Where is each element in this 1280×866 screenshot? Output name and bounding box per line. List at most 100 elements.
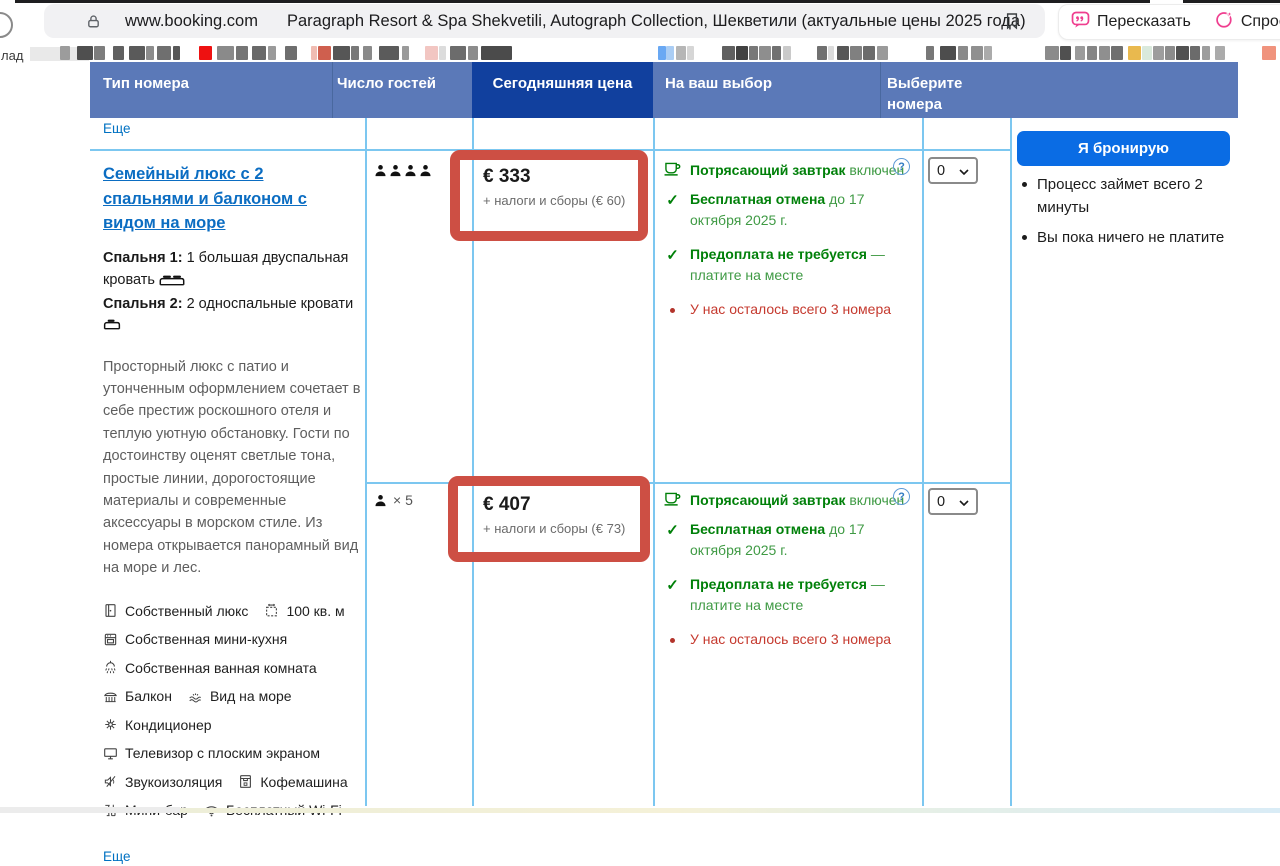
more-link-top[interactable]: Еще <box>103 121 130 136</box>
free-cancel-feature: ✓ Бесплатная отмена до 17 октября 2025 г… <box>663 189 909 232</box>
redacted-block <box>60 46 70 60</box>
rooms-select[interactable]: 0 <box>928 488 978 515</box>
redacted-block <box>252 46 266 60</box>
header-price: Сегодняшняя цена <box>472 73 653 94</box>
choice-cell: Потрясающий завтрак включен ✓ Бесплатная… <box>663 160 909 332</box>
amenity-label: 100 кв. м <box>286 603 344 619</box>
url-bar[interactable]: www.booking.com Paragraph Resort & Spa S… <box>44 4 1045 38</box>
more-link-bottom[interactable]: Еще <box>103 849 130 864</box>
ask-button[interactable]: Спросить <box>1203 10 1280 34</box>
rooms-select[interactable]: 0 <box>928 157 978 184</box>
bookmark-icon[interactable] <box>1005 12 1019 35</box>
redacted-block <box>749 46 758 60</box>
redacted-block <box>863 46 875 60</box>
guests-multiplier: × 5 <box>393 492 413 508</box>
redacted-block <box>722 46 735 60</box>
redacted-block <box>236 46 248 60</box>
bullet-item: Процесс займет всего 2 минуты <box>1037 174 1237 219</box>
amenity-label: Собственный люкс <box>125 603 248 619</box>
lock-icon <box>86 14 101 29</box>
coffee-cup-icon <box>663 490 682 512</box>
guest-icons <box>374 164 438 177</box>
redacted-block <box>1190 46 1200 60</box>
header-choices: На ваш выбор <box>665 73 772 94</box>
redacted-block <box>940 46 956 60</box>
amenity-label: Вид на море <box>210 688 292 704</box>
tab-strip-edge <box>15 0 1150 3</box>
no-prepay-feature: ✓ Предоплата не требуется — платите на м… <box>663 244 909 287</box>
chevron-down-icon <box>959 494 969 510</box>
suite-icon <box>103 603 118 618</box>
free-cancel-feature: ✓ Бесплатная отмена до 17 октября 2025 г… <box>663 519 909 562</box>
help-icon[interactable]: ? <box>893 488 910 505</box>
guest-icons: × 5 <box>374 492 413 508</box>
retell-button[interactable]: Пересказать <box>1059 10 1203 34</box>
amenity-item: Звукоизоляция <box>103 774 222 790</box>
redacted-block <box>1262 46 1276 60</box>
amenity-item: Кофемашина <box>238 774 347 790</box>
select-value: 0 <box>937 494 959 510</box>
breakfast-feature: Потрясающий завтрак включен <box>663 160 909 182</box>
redacted-block <box>837 46 849 60</box>
redacted-block <box>1075 46 1085 60</box>
grid-line <box>653 118 655 806</box>
redacted-block <box>402 46 409 60</box>
header-room-type: Тип номера <box>103 73 189 94</box>
check-icon: ✓ <box>663 574 682 617</box>
redacted-block <box>217 46 234 60</box>
redacted-block <box>1087 46 1097 60</box>
redacted-block <box>676 46 686 60</box>
redacted-block <box>268 46 276 60</box>
room-type-cell: Семейный люкс с 2 спальнями и балконом с… <box>103 162 365 866</box>
reserve-button[interactable]: Я бронирую <box>1017 131 1230 166</box>
redacted-block <box>1128 46 1141 60</box>
redacted-block <box>481 46 512 60</box>
person-icon <box>419 164 432 177</box>
grid-line <box>922 118 924 806</box>
cancel-bold: Бесплатная отмена <box>690 191 825 207</box>
prepay-bold: Предоплата не требуется <box>690 576 867 592</box>
bedroom2-label: Спальня 2: <box>103 296 183 312</box>
bath-icon <box>103 660 118 675</box>
redacted-block <box>1153 46 1164 60</box>
breakfast-feature: Потрясающий завтрак включен <box>663 490 909 512</box>
scarcity-feature: У нас осталось всего 3 номера <box>663 299 909 321</box>
room-title-link[interactable]: Семейный люкс с 2 спальнями и балконом с… <box>103 162 331 236</box>
redacted-block <box>1099 46 1110 60</box>
redacted-block <box>318 46 331 60</box>
redacted-block <box>77 46 93 60</box>
amenity-item: Кондиционер <box>103 717 212 733</box>
price-taxes: + налоги и сборы (€ 73) <box>483 521 625 536</box>
cancel-bold: Бесплатная отмена <box>690 521 825 537</box>
redacted-block <box>333 46 350 60</box>
redacted-block <box>1176 46 1189 60</box>
amenity-item: Собственный люкс <box>103 603 248 619</box>
amenity-label: Собственная мини-кухня <box>125 631 287 647</box>
amenity-item: Вид на море <box>188 688 292 704</box>
bottom-strip <box>180 808 1280 813</box>
amenity-item: Собственная мини-кухня <box>103 631 287 647</box>
tab-strip-edge <box>1183 0 1280 3</box>
balcony-icon <box>103 689 118 704</box>
grid-line <box>365 118 367 806</box>
prepay-bold: Предоплата не требуется <box>690 246 867 262</box>
redacted-block <box>817 46 827 60</box>
help-icon[interactable]: ? <box>893 158 910 175</box>
header-guests: Число гостей <box>337 73 436 94</box>
amenity-label: Собственная ванная комната <box>125 660 317 676</box>
check-icon: ✓ <box>663 244 682 287</box>
page-title: Paragraph Resort & Spa Shekvetili, Autog… <box>287 12 1026 31</box>
person-icon <box>374 164 387 177</box>
no-prepay-feature: ✓ Предоплата не требуется — платите на м… <box>663 574 909 617</box>
redacted-block <box>971 46 983 60</box>
table-header: Тип номера Число гостей Сегодняшняя цена… <box>90 62 1238 118</box>
price-value: € 407 <box>483 494 531 516</box>
coffee-icon <box>238 774 253 789</box>
tv-icon <box>103 746 118 761</box>
reserve-bullets: Процесс займет всего 2 минуты Вы пока ни… <box>1037 174 1237 258</box>
check-icon: ✓ <box>663 519 682 562</box>
redacted-block <box>1045 46 1059 60</box>
amenity-item: Балкон <box>103 688 172 704</box>
redacted-block <box>1142 46 1152 60</box>
reload-icon[interactable] <box>0 12 13 38</box>
